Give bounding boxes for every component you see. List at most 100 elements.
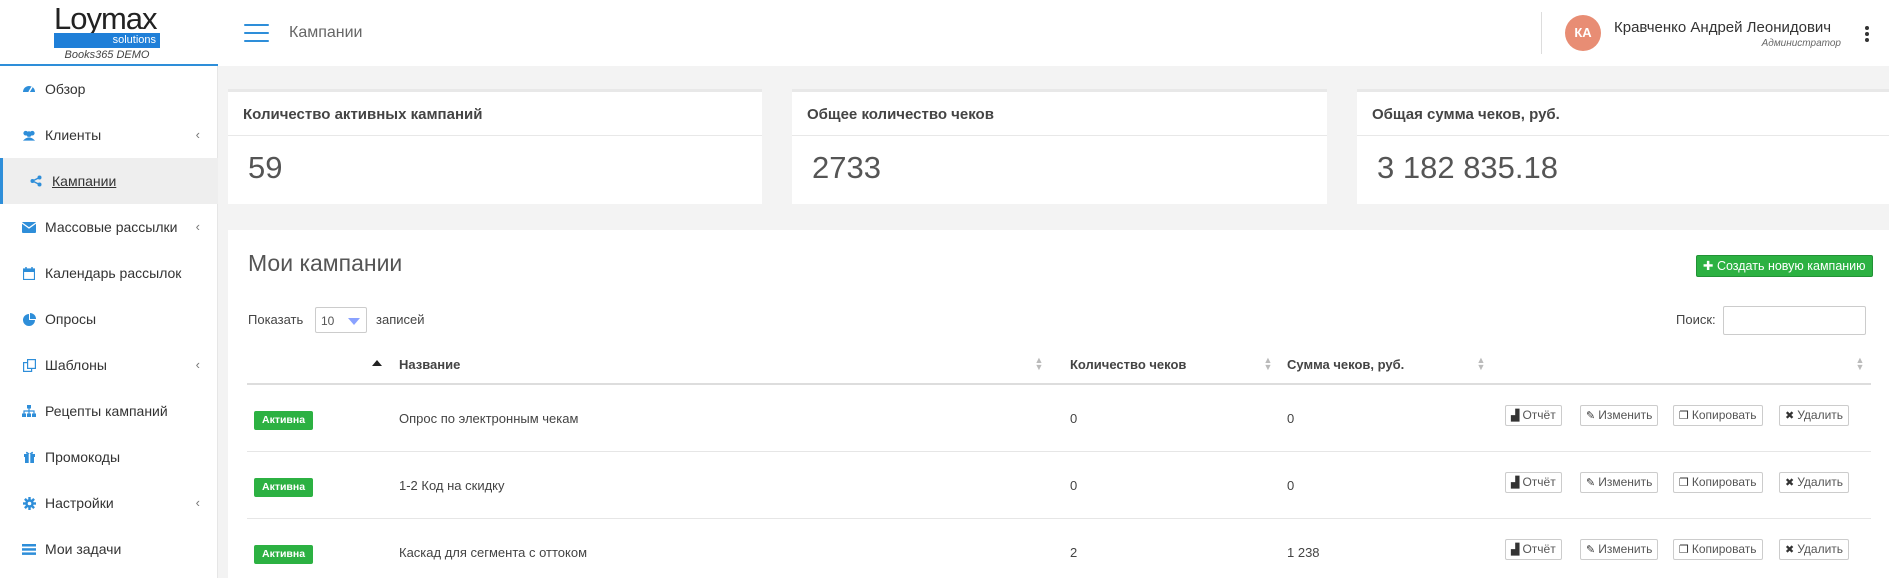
chevron-left-icon: ‹ — [195, 357, 200, 372]
status-badge: Активна — [254, 411, 314, 430]
delete-button[interactable]: ✖ Удалить — [1779, 539, 1850, 560]
stat-card-receipts-sum: Общая сумма чеков, руб. 3 182 835.18 — [1357, 89, 1889, 204]
page-size-value: 10 — [321, 314, 335, 328]
user-name[interactable]: Кравченко Андрей Леонидович — [1614, 19, 1831, 36]
copy-button[interactable]: ❐ Копировать — [1673, 472, 1763, 493]
column-header-count[interactable]: Количество чеков — [1070, 357, 1186, 372]
area-chart-icon: ▟ — [1511, 410, 1520, 422]
delete-button[interactable]: ✖ Удалить — [1779, 405, 1850, 426]
chevron-left-icon: ‹ — [195, 127, 200, 142]
tasks-icon — [22, 542, 36, 556]
receipts-count: 2 — [1070, 545, 1078, 560]
close-icon: ✖ — [1785, 544, 1795, 556]
report-label: Отчёт — [1522, 408, 1556, 422]
sidebar-item-label: Мои задачи — [45, 541, 122, 557]
sidebar-item-label: Настройки — [45, 495, 114, 511]
sidebar-item-mass-mailings[interactable]: Массовые рассылки ‹ — [0, 204, 218, 250]
edit-button[interactable]: ✎ Изменить — [1580, 405, 1659, 426]
sidebar-item-overview[interactable]: Обзор — [0, 66, 218, 112]
envelope-icon — [22, 220, 36, 234]
sort-icon[interactable]: ▲ ▼ — [1855, 356, 1865, 372]
caret-down-icon — [348, 318, 360, 325]
copy-icon: ❐ — [1679, 544, 1689, 556]
report-button[interactable]: ▟ Отчёт — [1505, 472, 1562, 493]
sidebar-item-campaigns[interactable]: Кампании — [0, 158, 218, 204]
sidebar-item-mailing-calendar[interactable]: Календарь рассылок — [0, 250, 218, 296]
delete-label: Удалить — [1797, 408, 1844, 422]
page-title: Кампании — [289, 24, 363, 41]
records-label: записей — [376, 312, 425, 327]
menu-toggle-icon[interactable] — [244, 24, 269, 42]
logo-demo-label: Books365 DEMO — [64, 49, 150, 61]
sidebar-item-label: Опросы — [45, 311, 97, 327]
sidebar-item-templates[interactable]: Шаблоны ‹ — [0, 342, 218, 388]
avatar[interactable]: КА — [1565, 15, 1601, 51]
chevron-left-icon: ‹ — [195, 495, 200, 510]
search-input[interactable] — [1723, 306, 1866, 335]
logo-text: Loymax — [54, 1, 158, 36]
report-label: Отчёт — [1522, 475, 1556, 489]
chevron-left-icon: ‹ — [195, 219, 200, 234]
sidebar-item-label: Кампании — [52, 173, 117, 189]
receipts-sum: 0 — [1287, 411, 1295, 426]
pie-chart-icon — [22, 312, 36, 326]
more-options-icon[interactable] — [1864, 26, 1870, 42]
column-header-sum[interactable]: Сумма чеков, руб. — [1287, 357, 1404, 372]
edit-button[interactable]: ✎ Изменить — [1580, 472, 1659, 493]
report-button[interactable]: ▟ Отчёт — [1505, 539, 1562, 560]
sort-icon[interactable]: ▲ ▼ — [1034, 356, 1044, 372]
sidebar-item-label: Массовые рассылки — [45, 219, 178, 235]
page-size-select[interactable]: 10 — [315, 307, 367, 333]
sidebar-item-label: Рецепты кампаний — [45, 403, 168, 419]
panel-title: Мои кампании — [248, 250, 403, 276]
sidebar-item-label: Клиенты — [45, 127, 102, 143]
copy-icon: ❐ — [1679, 477, 1689, 489]
status-badge: Активна — [254, 545, 314, 564]
table-row: Активна Каскад для сегмента с оттоком 2 … — [247, 519, 1871, 578]
copy-button[interactable]: ❐ Копировать — [1673, 539, 1763, 560]
area-chart-icon: ▟ — [1511, 477, 1520, 489]
users-icon — [22, 128, 36, 142]
logo[interactable]: Loymax solutions Books365 DEMO — [0, 0, 218, 66]
receipts-count: 0 — [1070, 478, 1078, 493]
campaign-name[interactable]: 1-2 Код на скидку — [399, 478, 505, 493]
delete-label: Удалить — [1797, 475, 1844, 489]
stat-value: 3 182 835.18 — [1377, 150, 1559, 185]
sort-icon[interactable]: ▲ ▼ — [1476, 356, 1486, 372]
sidebar-item-campaign-recipes[interactable]: Рецепты кампаний — [0, 388, 218, 434]
delete-button[interactable]: ✖ Удалить — [1779, 472, 1850, 493]
stat-value: 59 — [248, 150, 283, 185]
sidebar-item-label: Шаблоны — [45, 357, 107, 373]
close-icon: ✖ — [1785, 477, 1795, 489]
create-campaign-button[interactable]: ✚ Создать новую кампанию — [1696, 255, 1873, 277]
create-campaign-label: Создать новую кампанию — [1716, 259, 1866, 273]
stat-title: Общая сумма чеков, руб. — [1357, 92, 1889, 136]
gear-icon — [22, 496, 36, 510]
edit-label: Изменить — [1598, 475, 1653, 489]
sidebar-item-settings[interactable]: Настройки ‹ — [0, 480, 218, 526]
share-icon — [29, 174, 43, 188]
edit-button[interactable]: ✎ Изменить — [1580, 539, 1659, 560]
sidebar-item-my-tasks[interactable]: Мои задачи — [0, 526, 218, 572]
column-header-name[interactable]: Название — [399, 357, 460, 372]
campaign-name[interactable]: Опрос по электронным чекам — [399, 411, 578, 426]
plus-icon: ✚ — [1703, 259, 1714, 273]
sort-asc-icon[interactable] — [372, 360, 382, 366]
sidebar: Обзор Клиенты ‹ Кампании Массовые рассыл… — [0, 66, 218, 578]
stat-title: Общее количество чеков — [792, 92, 1327, 136]
stat-title: Количество активных кампаний — [228, 92, 762, 136]
copy-button[interactable]: ❐ Копировать — [1673, 405, 1763, 426]
sidebar-item-surveys[interactable]: Опросы — [0, 296, 218, 342]
sidebar-item-clients[interactable]: Клиенты ‹ — [0, 112, 218, 158]
stat-card-active-campaigns: Количество активных кампаний 59 — [228, 89, 762, 204]
area-chart-icon: ▟ — [1511, 544, 1520, 556]
dashboard-icon — [22, 82, 36, 96]
user-role: Администратор — [1761, 38, 1841, 49]
table-row: Активна Опрос по электронным чекам 0 0 ▟… — [247, 385, 1871, 452]
campaign-name[interactable]: Каскад для сегмента с оттоком — [399, 545, 587, 560]
sort-icon[interactable]: ▲ ▼ — [1263, 356, 1273, 372]
logo-subtitle: solutions — [54, 33, 160, 48]
edit-label: Изменить — [1598, 408, 1653, 422]
sidebar-item-promo-codes[interactable]: Промокоды — [0, 434, 218, 480]
report-button[interactable]: ▟ Отчёт — [1505, 405, 1562, 426]
